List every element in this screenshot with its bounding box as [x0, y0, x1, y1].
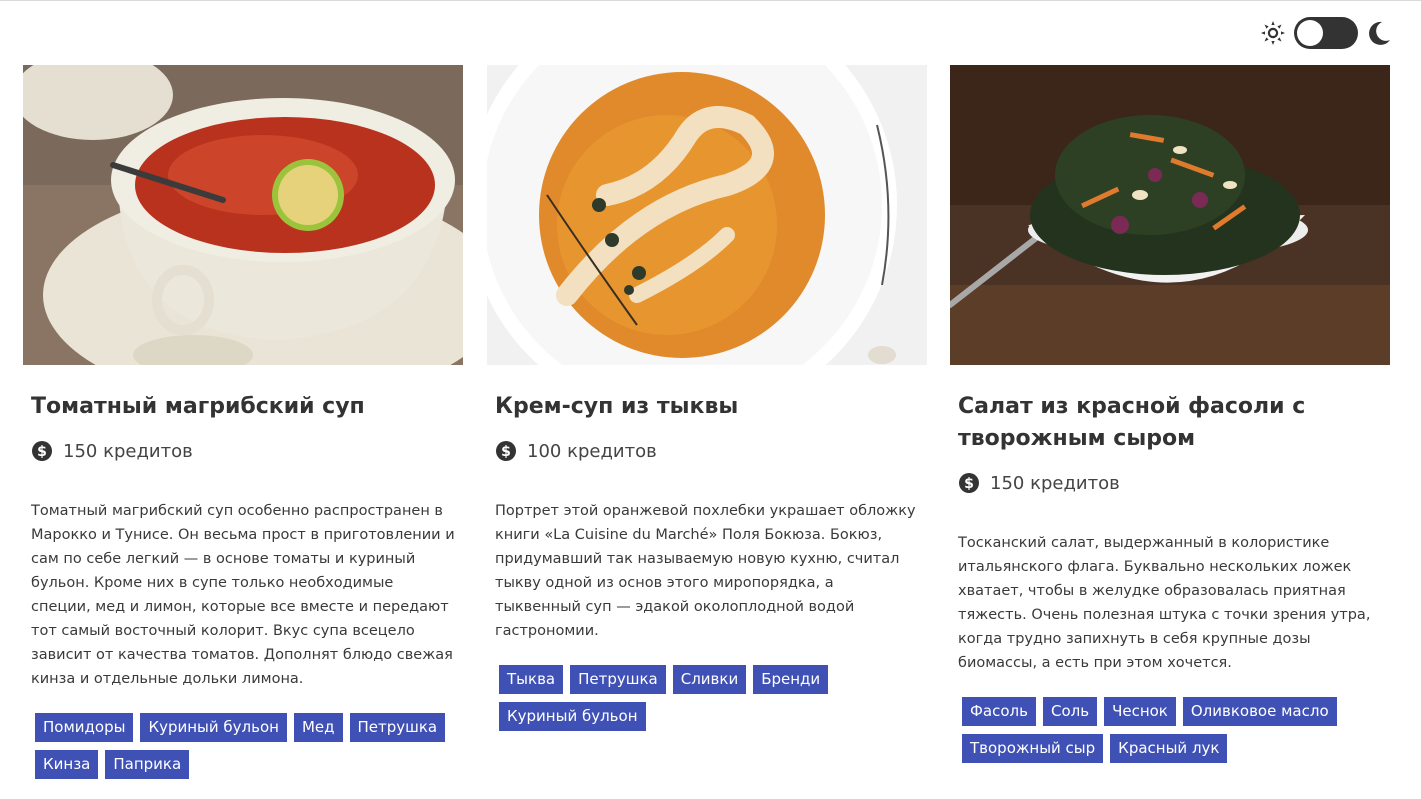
- recipe-title: Томатный магрибский суп: [31, 394, 365, 419]
- ingredient-tag[interactable]: Творожный сыр: [962, 734, 1104, 763]
- svg-text:$: $: [501, 444, 511, 460]
- theme-switch[interactable]: [1294, 17, 1358, 49]
- price-text: 100 кредитов: [527, 440, 657, 462]
- dollar-coin-icon: $: [959, 473, 979, 493]
- pumpkin-soup-image: [487, 65, 927, 365]
- ingredient-tag[interactable]: Паприка: [105, 750, 190, 779]
- recipe-description: Портрет этой оранжевой похлебки украшает…: [495, 503, 916, 639]
- recipe-description: Тосканский салат, выдержанный в колорист…: [958, 535, 1371, 671]
- recipe-card[interactable]: Салат из красной фасоли с творожным сыро…: [950, 65, 1390, 763]
- tomato-soup-image: [23, 65, 463, 365]
- ingredient-tag[interactable]: Фасоль: [962, 697, 1036, 726]
- ingredient-tag[interactable]: Мед: [293, 713, 343, 742]
- recipe-card[interactable]: Томатный магрибский суп $ 150 кредитов Т…: [23, 65, 463, 779]
- recipe-price: $ 150 кредитов: [958, 467, 1382, 499]
- recipe-card[interactable]: Крем-суп из тыквы $ 100 кредитов Портрет…: [487, 65, 927, 731]
- switch-knob: [1297, 20, 1323, 46]
- ingredient-tag[interactable]: Петрушка: [570, 665, 666, 694]
- price-text: 150 кредитов: [990, 472, 1120, 494]
- ingredient-tag[interactable]: Тыква: [499, 665, 564, 694]
- dollar-coin-icon: $: [32, 441, 52, 461]
- svg-text:$: $: [964, 476, 974, 492]
- ingredient-tag[interactable]: Куриный бульон: [140, 713, 287, 742]
- ingredient-tag[interactable]: Кинза: [35, 750, 99, 779]
- svg-text:$: $: [37, 444, 47, 460]
- ingredient-tag[interactable]: Петрушка: [349, 713, 446, 742]
- ingredient-tag[interactable]: Чеснок: [1104, 697, 1176, 726]
- top-border: [0, 0, 1421, 1]
- ingredient-tags: Фасоль Соль Чеснок Оливковое масло Творо…: [962, 697, 1382, 763]
- recipe-title: Салат из красной фасоли с творожным сыро…: [958, 394, 1306, 451]
- ingredient-tag[interactable]: Куриный бульон: [499, 702, 646, 731]
- recipe-price: $ 100 кредитов: [495, 435, 919, 467]
- recipe-price: $ 150 кредитов: [31, 435, 455, 467]
- moon-icon: [1369, 21, 1390, 45]
- dollar-coin-icon: $: [496, 441, 516, 461]
- recipe-description: Томатный магрибский суп особенно распрос…: [31, 503, 455, 687]
- salad-image: [950, 65, 1390, 365]
- ingredient-tag[interactable]: Помидоры: [35, 713, 134, 742]
- ingredient-tags: Помидоры Куриный бульон Мед Петрушка Кин…: [35, 713, 455, 779]
- price-text: 150 кредитов: [63, 440, 193, 462]
- sun-icon: [1261, 21, 1285, 45]
- ingredient-tag[interactable]: Оливковое масло: [1182, 697, 1337, 726]
- ingredient-tag[interactable]: Бренди: [753, 665, 829, 694]
- ingredient-tag[interactable]: Красный лук: [1110, 734, 1228, 763]
- ingredient-tags: Тыква Петрушка Сливки Бренди Куриный бул…: [499, 665, 919, 731]
- ingredient-tag[interactable]: Соль: [1042, 697, 1098, 726]
- ingredient-tag[interactable]: Сливки: [672, 665, 747, 694]
- theme-toggle[interactable]: [1260, 16, 1392, 50]
- recipe-title: Крем-суп из тыквы: [495, 394, 739, 419]
